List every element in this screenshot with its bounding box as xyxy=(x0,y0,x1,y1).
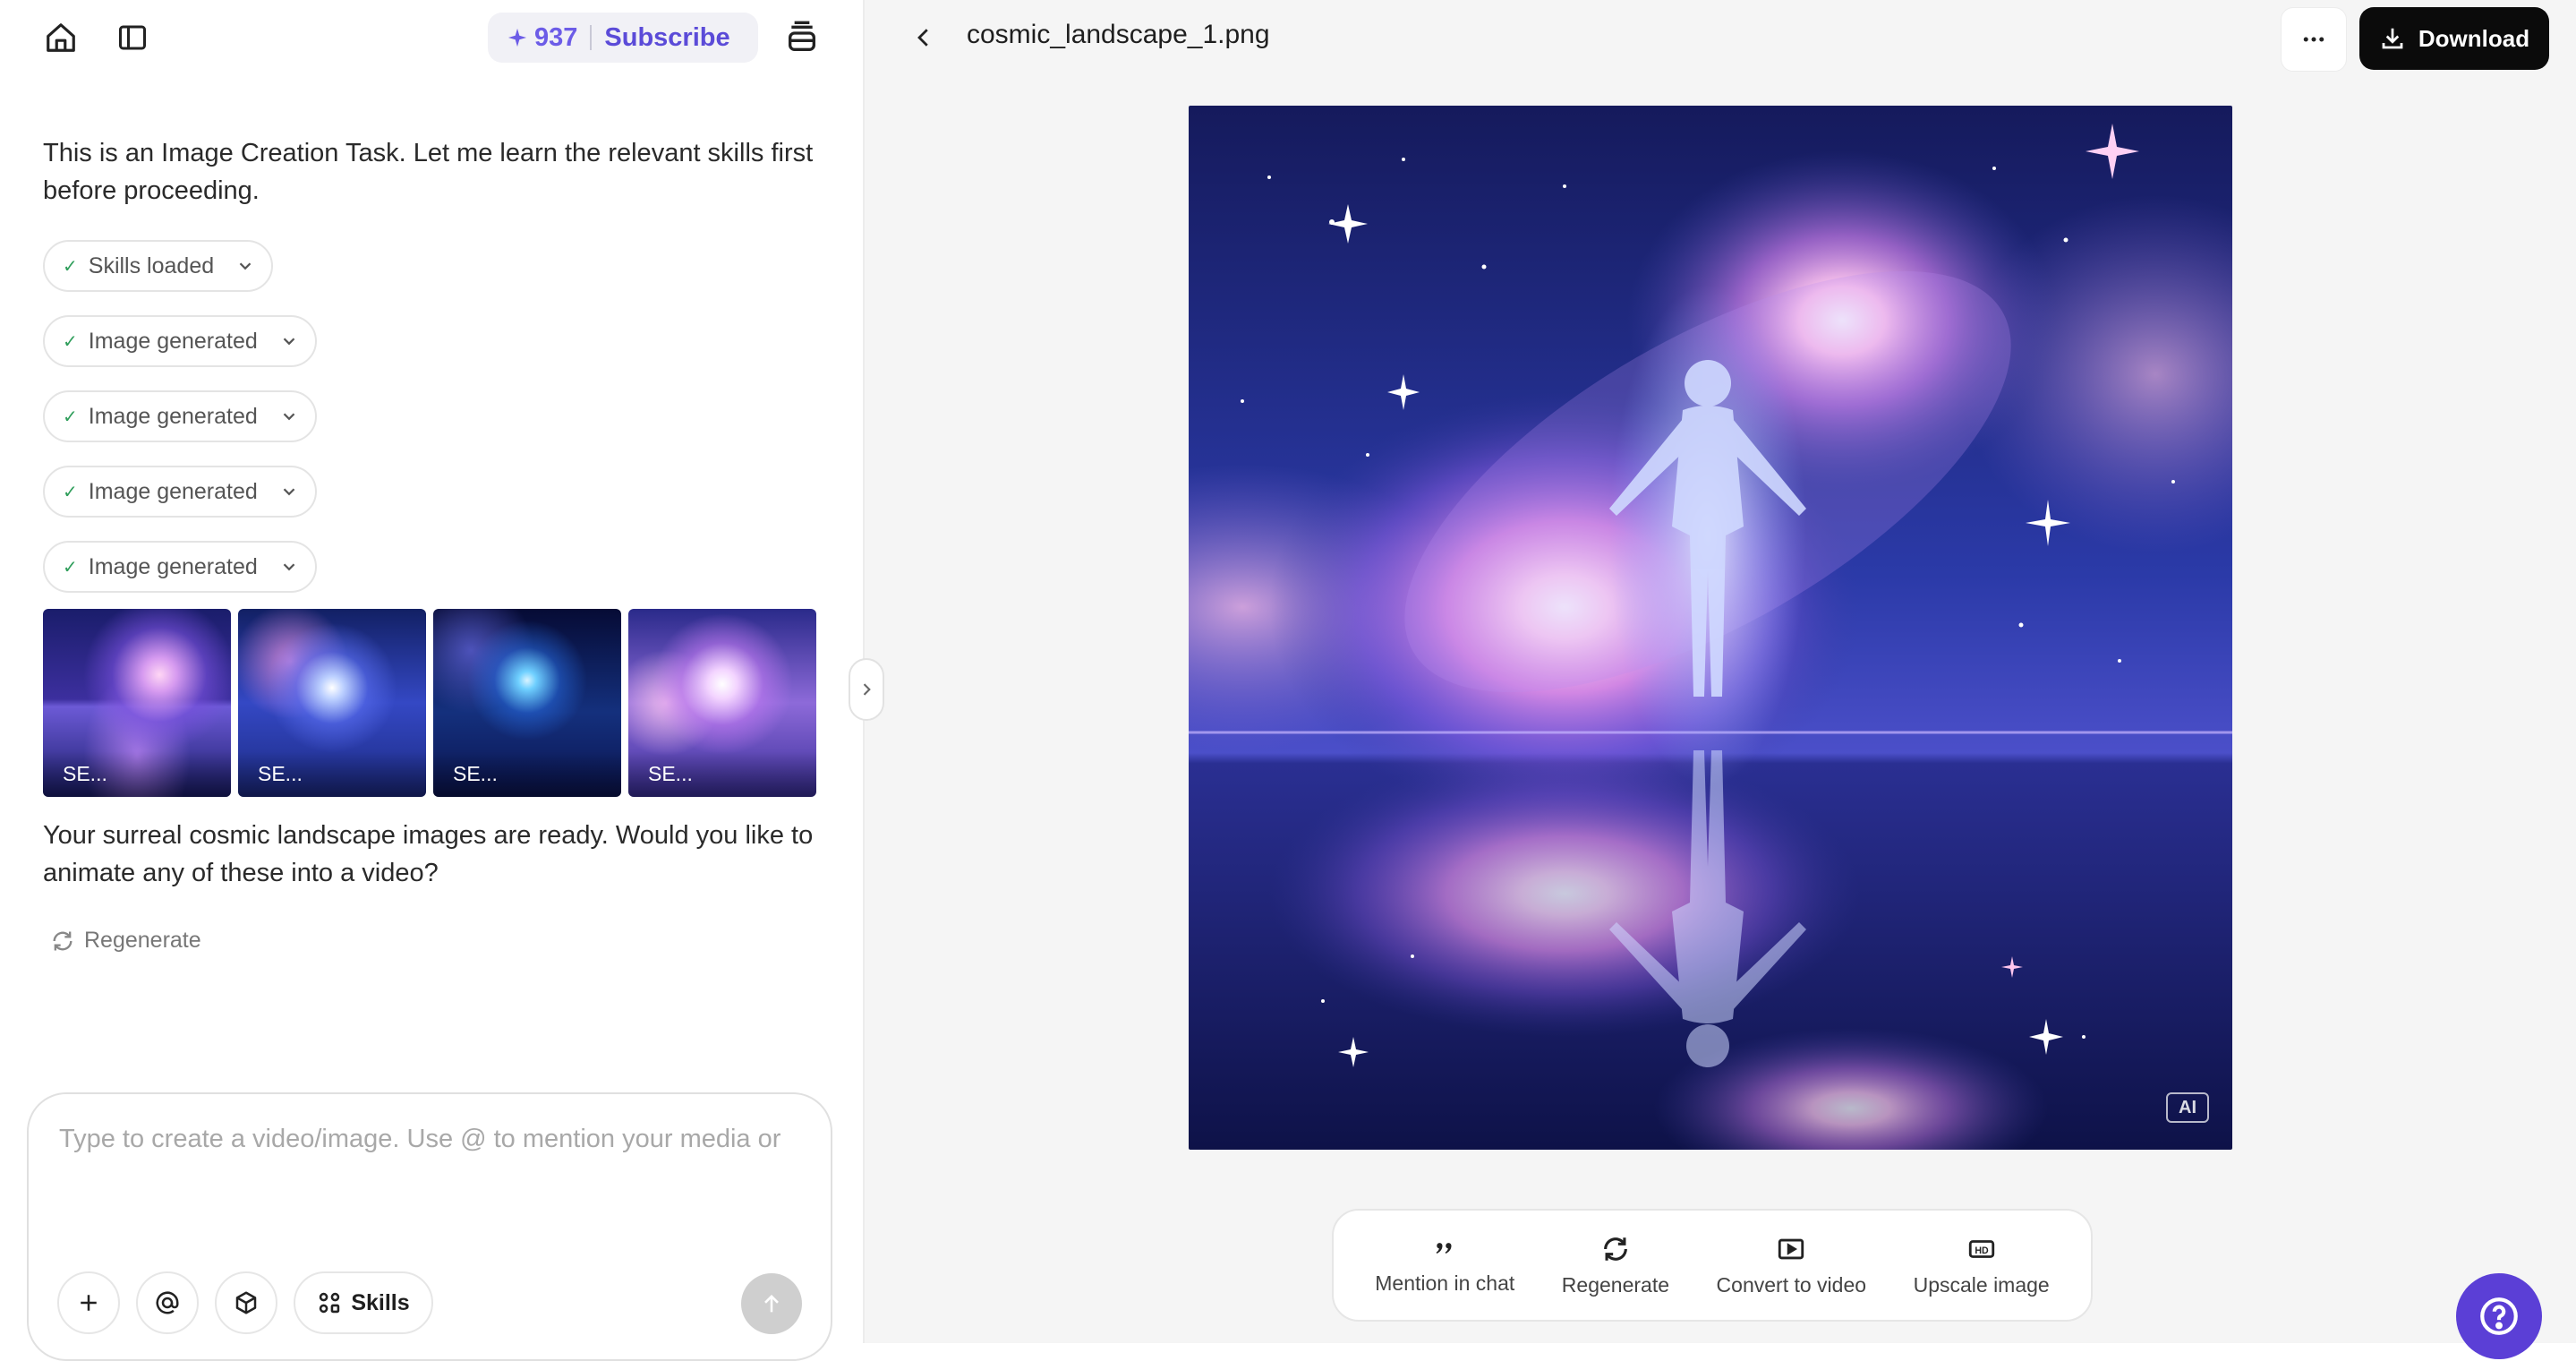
step-image-generated-1[interactable]: ✓ Image generated xyxy=(43,315,317,367)
assistant-result-message: Your surreal cosmic landscape images are… xyxy=(43,821,814,887)
assistant-intro-message: This is an Image Creation Task. Let me l… xyxy=(43,139,814,205)
refresh-icon xyxy=(53,931,73,950)
action-label: Convert to video xyxy=(1716,1272,1867,1297)
chevron-down-icon xyxy=(279,557,299,577)
sidebar-toggle-button[interactable] xyxy=(107,13,158,63)
refresh-icon xyxy=(1603,1237,1627,1261)
home-icon xyxy=(47,23,75,52)
chevron-right-icon xyxy=(863,683,871,696)
download-icon xyxy=(2382,28,2403,49)
send-button[interactable] xyxy=(741,1273,802,1334)
credits-count: 937 xyxy=(508,23,577,53)
skills-button[interactable]: Skills xyxy=(294,1271,433,1334)
thumbnail-3[interactable]: SE... xyxy=(433,609,621,797)
plus-icon xyxy=(81,1295,97,1311)
step-label: Image generated xyxy=(88,553,258,579)
back-button[interactable] xyxy=(899,13,949,63)
chat-panel: 937 Subscribe This is an Image Creation … xyxy=(0,0,865,1361)
step-label: Image generated xyxy=(88,328,258,354)
sparkle-icon xyxy=(508,28,527,47)
skills-grid-icon xyxy=(320,1292,340,1314)
chevron-down-icon xyxy=(279,407,299,426)
subscribe-button[interactable]: Subscribe xyxy=(604,23,729,53)
mention-button[interactable] xyxy=(136,1271,199,1334)
thumbnail-label: SE... xyxy=(238,751,426,797)
mention-in-chat-button[interactable]: Mention in chat xyxy=(1375,1236,1514,1296)
more-horizontal-icon xyxy=(2303,37,2324,42)
arrow-up-icon xyxy=(764,1295,779,1313)
step-label: Skills loaded xyxy=(88,253,215,278)
action-label: Mention in chat xyxy=(1375,1271,1515,1295)
thumbnail-1[interactable]: SE... xyxy=(43,609,231,797)
more-options-button[interactable] xyxy=(2281,7,2347,72)
check-icon: ✓ xyxy=(63,256,78,277)
chevron-down-icon xyxy=(235,256,255,276)
thumbnail-label: SE... xyxy=(433,751,621,797)
credits-badge: 937 Subscribe xyxy=(488,13,758,63)
hd-icon: HD xyxy=(1968,1239,1994,1258)
action-label: Upscale image xyxy=(1913,1272,2050,1297)
step-label: Image generated xyxy=(88,403,258,429)
home-button[interactable] xyxy=(36,13,86,63)
question-icon xyxy=(2480,1297,2518,1335)
help-button[interactable] xyxy=(2456,1273,2542,1359)
panel-collapse-handle[interactable] xyxy=(849,658,884,721)
chat-topbar: 937 Subscribe xyxy=(0,0,865,75)
quote-icon xyxy=(1436,1242,1452,1254)
regenerate-image-button[interactable]: Regenerate xyxy=(1562,1234,1669,1297)
chevron-down-icon xyxy=(279,482,299,501)
check-icon: ✓ xyxy=(63,557,78,578)
action-label: Regenerate xyxy=(1561,1272,1669,1297)
thumbnail-label: SE... xyxy=(628,751,816,797)
sidebar-icon xyxy=(119,25,146,50)
image-action-bar: Mention in chat Regenerate Convert to vi… xyxy=(1332,1209,2093,1322)
file-name: cosmic_landscape_1.png xyxy=(967,20,1270,49)
model-button[interactable] xyxy=(215,1271,277,1334)
skills-label: Skills xyxy=(351,1289,410,1315)
chevron-left-icon xyxy=(917,29,928,47)
at-icon xyxy=(156,1291,179,1314)
svg-text:HD: HD xyxy=(1975,1245,1989,1255)
credits-divider xyxy=(590,25,593,50)
prompt-input[interactable] xyxy=(57,1123,813,1243)
convert-to-video-button[interactable]: Convert to video xyxy=(1717,1234,1866,1297)
ai-badge: AI xyxy=(2166,1092,2209,1123)
check-icon: ✓ xyxy=(63,407,78,427)
step-image-generated-4[interactable]: ✓ Image generated xyxy=(43,541,317,593)
step-image-generated-3[interactable]: ✓ Image generated xyxy=(43,466,317,518)
step-skills-loaded[interactable]: ✓ Skills loaded xyxy=(43,240,274,292)
check-icon: ✓ xyxy=(63,331,78,352)
check-icon: ✓ xyxy=(63,482,78,502)
thumbnail-label: SE... xyxy=(43,751,231,797)
thumbnail-4[interactable]: SE... xyxy=(628,609,816,797)
chevron-down-icon xyxy=(279,331,299,351)
regenerate-label: Regenerate xyxy=(84,928,201,953)
download-button[interactable]: Download xyxy=(2359,7,2549,70)
download-label: Download xyxy=(2418,24,2530,52)
thumbnail-2[interactable]: SE... xyxy=(238,609,426,797)
cosmic-landscape-artwork xyxy=(1189,106,2232,1150)
history-button[interactable] xyxy=(777,13,827,63)
stack-icon xyxy=(789,21,815,52)
upscale-image-button[interactable]: HD Upscale image xyxy=(1914,1234,2050,1297)
video-icon xyxy=(1778,1238,1804,1259)
step-label: Image generated xyxy=(88,478,258,504)
cube-icon xyxy=(235,1291,257,1314)
image-viewer: cosmic_landscape_1.png Download AI Menti… xyxy=(865,0,2576,1359)
generated-thumbnails: SE... SE... SE... SE... xyxy=(43,609,816,797)
step-image-generated-2[interactable]: ✓ Image generated xyxy=(43,390,317,442)
preview-image[interactable]: AI xyxy=(1189,106,2232,1150)
regenerate-link[interactable]: Regenerate xyxy=(50,928,201,954)
add-button[interactable] xyxy=(57,1271,120,1334)
